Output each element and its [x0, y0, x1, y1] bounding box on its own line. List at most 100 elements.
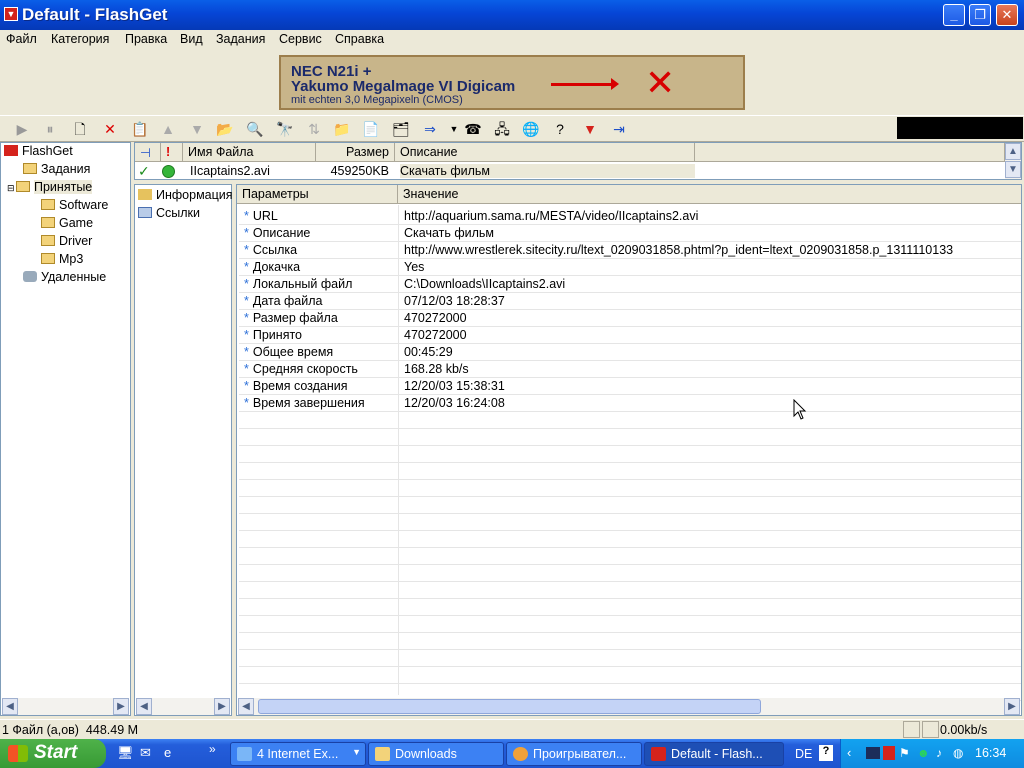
column-description[interactable]: Описание — [395, 143, 695, 162]
network-icon[interactable]: 🖧 — [492, 119, 512, 139]
tab-information[interactable]: Информация — [138, 188, 233, 205]
tree-item-software[interactable]: Software — [41, 198, 108, 215]
tree-item-game[interactable]: Game — [41, 216, 93, 233]
menu-view[interactable]: Вид — [180, 32, 203, 46]
close-button[interactable]: ✕ — [996, 4, 1018, 26]
monitor-tray-icon[interactable] — [866, 747, 880, 759]
empty-row — [239, 463, 1021, 480]
menu-edit[interactable]: Правка — [125, 32, 167, 46]
tree-item-driver[interactable]: Driver — [41, 234, 92, 251]
download-row[interactable]: ✓ IIcaptains2.avi 459250KB Скачать фильм — [135, 163, 1005, 180]
show-desktop-icon[interactable]: 🖥 — [117, 745, 134, 761]
start-button[interactable]: Start — [0, 739, 106, 768]
tree-item-downloaded[interactable]: ⊟ Принятые — [7, 180, 93, 197]
group-dropdown-icon[interactable]: ▼ — [352, 747, 361, 757]
tree-horizontal-scrollbar[interactable]: ◀ ▶ — [2, 698, 129, 715]
property-row[interactable]: Время создания 12/20/03 15:38:31 — [239, 378, 1021, 395]
open-folder-icon[interactable]: 📂 — [215, 119, 235, 139]
property-key: Время создания — [244, 379, 348, 393]
delete-icon[interactable]: ✕ — [100, 119, 120, 139]
scroll-left-icon[interactable]: ◀ — [238, 698, 254, 715]
task-media-player[interactable]: Проигрывател... — [506, 742, 642, 766]
tab-links[interactable]: Ссылки — [138, 206, 200, 223]
tree-item-deleted[interactable]: Удаленные — [23, 270, 106, 287]
flashget-icon[interactable]: ▼ — [580, 119, 600, 139]
language-help-icon[interactable]: ? — [819, 745, 833, 761]
scroll-right-icon[interactable]: ▶ — [113, 698, 129, 715]
scroll-right-icon[interactable]: ▶ — [1004, 698, 1020, 715]
network-tray-icon[interactable]: ⚑ — [899, 746, 910, 760]
menu-help[interactable]: Справка — [335, 32, 384, 46]
flashget-app-icon[interactable]: ▼ — [4, 7, 18, 21]
column-filename[interactable]: Имя Файла — [183, 143, 316, 162]
scroll-left-icon[interactable]: ◀ — [136, 698, 152, 715]
property-row[interactable]: Принято 470272000 — [239, 327, 1021, 344]
tree-root-flashget[interactable]: FlashGet — [4, 144, 73, 161]
menu-file[interactable]: Файл — [6, 32, 37, 46]
outlook-icon[interactable]: ✉ — [140, 745, 151, 761]
properties-icon[interactable]: 📋 — [130, 119, 150, 139]
restore-button[interactable]: ❐ — [969, 4, 991, 26]
pause-download-icon[interactable]: ⏸ — [40, 119, 60, 139]
dropdown-arrow-icon[interactable]: ▼ — [444, 119, 464, 139]
log-icon[interactable]: 📄 — [361, 119, 381, 139]
pin-column-icon[interactable]: ⊣ — [135, 143, 161, 162]
exit-icon[interactable]: ⇥ — [609, 119, 629, 139]
forward-icon[interactable]: ⇒ — [420, 119, 440, 139]
find-icon[interactable]: 🔭 — [275, 119, 295, 139]
props-horizontal-scrollbar[interactable]: ◀ ▶ — [238, 698, 1020, 715]
volume-tray-icon[interactable]: ♪ — [936, 746, 942, 760]
web-icon[interactable]: 🌐 — [521, 119, 541, 139]
property-row[interactable]: Докачка Yes — [239, 259, 1021, 276]
tabs-horizontal-scrollbar[interactable]: ◀ ▶ — [136, 698, 230, 715]
globe-tray-icon[interactable]: ◍ — [953, 746, 963, 760]
move-up-icon[interactable]: ▲ — [158, 119, 178, 139]
status-column-icon[interactable]: ! — [161, 143, 183, 162]
property-row[interactable]: Дата файла 07/12/03 18:28:37 — [239, 293, 1021, 310]
tray-expand-icon[interactable]: ‹ — [847, 745, 851, 760]
property-row[interactable]: Ссылка http://www.wrestlerek.sitecity.ru/… — [239, 242, 1021, 259]
collapse-icon[interactable]: ⊟ — [7, 183, 16, 194]
quicklaunch-chevron-icon[interactable]: » — [209, 742, 216, 756]
start-download-icon[interactable]: ▶ — [12, 119, 32, 139]
tree-item-jobs[interactable]: Задания — [23, 162, 90, 179]
column-value[interactable]: Значение — [398, 185, 1021, 204]
task-internet-explorer[interactable]: 4 Internet Ex... ▼ — [230, 742, 366, 766]
property-row[interactable]: Средняя скорость 168.28 kb/s — [239, 361, 1021, 378]
tree-item-mp3[interactable]: Mp3 — [41, 252, 83, 269]
scroll-up-icon[interactable]: ▲ — [1005, 143, 1021, 160]
internet-explorer-icon[interactable]: e — [164, 745, 171, 760]
property-row[interactable]: Размер файла 470272000 — [239, 310, 1021, 327]
property-row[interactable]: Время завершения 12/20/03 16:24:08 — [239, 395, 1021, 412]
help-icon[interactable]: ? — [550, 119, 570, 139]
category-icon[interactable]: 📁 — [332, 119, 352, 139]
scrollbar-thumb[interactable] — [258, 699, 761, 714]
language-indicator[interactable]: DE — [795, 747, 812, 761]
minimize-button[interactable]: _ — [943, 4, 965, 26]
task-flashget[interactable]: Default - Flash... — [644, 742, 784, 766]
menu-category[interactable]: Категория — [51, 32, 109, 46]
column-size[interactable]: Размер — [316, 143, 395, 162]
ad-banner[interactable]: NEC N21i + Yakumo Megalmage VI Digicam m… — [279, 55, 745, 110]
column-parameters[interactable]: Параметры — [237, 185, 398, 204]
find-next-icon[interactable]: ⇅ — [304, 119, 324, 139]
property-row[interactable]: Локальный файл C:\Downloads\IIcaptains2.a… — [239, 276, 1021, 293]
menu-jobs[interactable]: Задания — [216, 32, 265, 46]
new-job-icon[interactable]: 🗋 — [70, 119, 90, 139]
menu-tools[interactable]: Сервис — [279, 32, 322, 46]
property-row[interactable]: Общее время 00:45:29 — [239, 344, 1021, 361]
flashget-tray-icon[interactable] — [883, 746, 895, 760]
move-down-icon[interactable]: ▼ — [187, 119, 207, 139]
scroll-right-icon[interactable]: ▶ — [214, 698, 230, 715]
scroll-left-icon[interactable]: ◀ — [2, 698, 18, 715]
clock[interactable]: 16:34 — [975, 746, 1006, 760]
messenger-tray-icon[interactable]: ☻ — [917, 746, 930, 760]
scroll-down-icon[interactable]: ▼ — [1005, 161, 1021, 178]
browse-icon[interactable]: 🔍 — [245, 119, 265, 139]
task-downloads[interactable]: Downloads — [368, 742, 504, 766]
dial-icon[interactable]: ☎ — [463, 119, 483, 139]
list-vertical-scrollbar[interactable]: ▲ ▼ — [1005, 143, 1021, 179]
property-row[interactable]: Описание Скачать фильм — [239, 225, 1021, 242]
property-row[interactable]: URL http://aquarium.sama.ru/MESTA/video/I… — [239, 208, 1021, 225]
site-explorer-icon[interactable]: 🗂 — [391, 119, 411, 139]
